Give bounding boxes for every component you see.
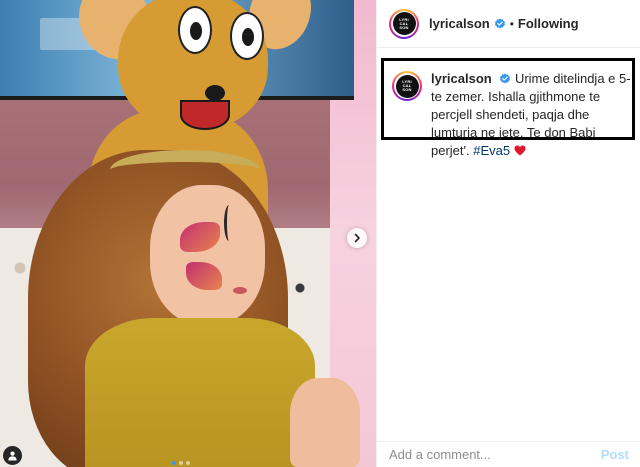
post-side-panel: LYRI CAL SON lyricalson • Following LYRI CA… xyxy=(376,0,640,467)
mascot-nose xyxy=(205,85,225,101)
chevron-right-icon xyxy=(354,233,360,243)
mascot-mouth xyxy=(180,100,230,130)
mascot-eye xyxy=(178,6,212,54)
carousel-dot xyxy=(179,461,183,465)
separator-dot: • xyxy=(509,16,514,31)
following-button[interactable]: Following xyxy=(518,16,579,31)
post-photo[interactable] xyxy=(0,0,376,467)
verified-badge-icon xyxy=(494,18,505,28)
girl-dress xyxy=(85,318,315,467)
avatar[interactable]: LYRI CAL SON xyxy=(389,8,419,39)
avatar-logo: LYRI CAL SON xyxy=(395,74,419,98)
user-tags-button[interactable] xyxy=(3,446,22,465)
avatar-logo: LYRI CAL SON xyxy=(392,12,416,35)
carousel-indicator xyxy=(172,461,190,465)
verified-badge-icon xyxy=(500,73,511,84)
post-comment-button[interactable]: Post xyxy=(601,447,629,462)
girl-arm xyxy=(290,378,360,467)
carousel-dot xyxy=(186,461,190,465)
caption-text: lyricalson Urime ditelindja e 5-te zemer… xyxy=(431,70,631,160)
caption-highlight-box: LYRI CAL SON lyricalson Urime ditelindja e… xyxy=(381,58,635,158)
header-username[interactable]: lyricalson xyxy=(429,16,490,31)
mascot-eye xyxy=(230,12,264,60)
carousel-next-button[interactable] xyxy=(347,228,367,248)
red-heart-icon xyxy=(514,145,526,156)
caption-avatar[interactable]: LYRI CAL SON xyxy=(392,71,422,101)
girl-lips xyxy=(233,287,247,294)
caption-hashtag[interactable]: #Eva5 xyxy=(473,143,510,158)
girl-headband xyxy=(110,150,260,190)
caption-username[interactable]: lyricalson xyxy=(431,71,492,86)
comment-input[interactable] xyxy=(389,447,601,462)
user-tag-icon xyxy=(8,451,17,461)
carousel-dot-active xyxy=(172,461,176,465)
post-header: LYRI CAL SON lyricalson • Following xyxy=(377,0,640,48)
comment-bar: Post xyxy=(377,441,640,467)
face-paint-antenna xyxy=(224,205,234,241)
girl-face xyxy=(150,185,265,325)
